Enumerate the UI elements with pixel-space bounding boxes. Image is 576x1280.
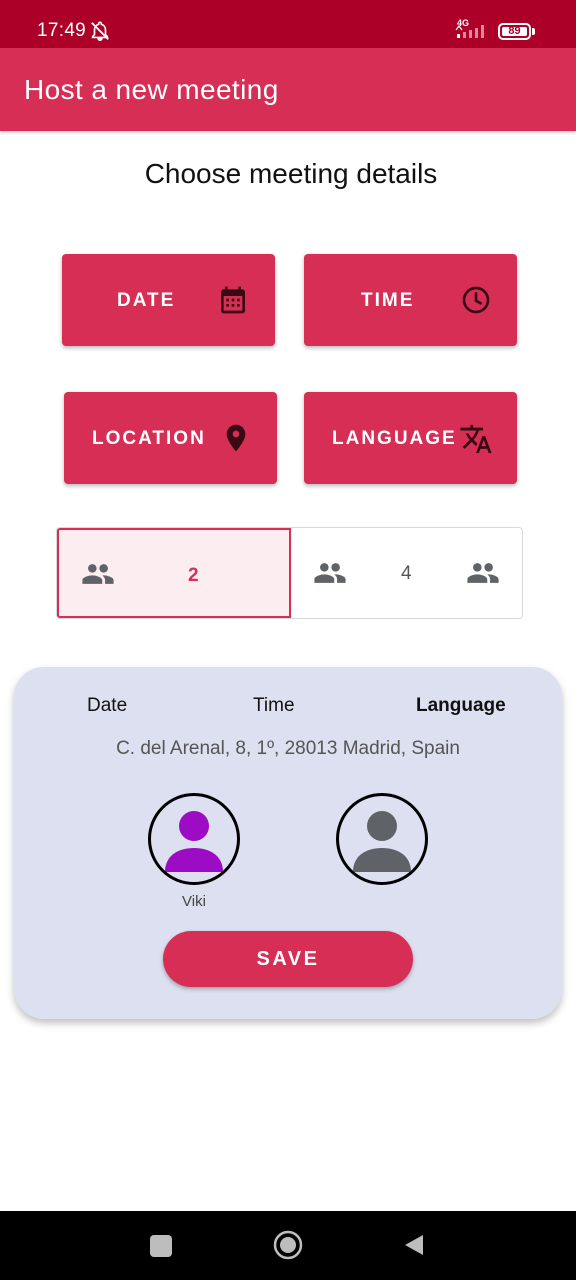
participants-toggle: 2 4 — [56, 527, 523, 619]
participants-value-2: 2 — [188, 565, 199, 586]
person-icon — [165, 811, 223, 872]
people-icon — [314, 563, 346, 583]
summary-language: Language — [416, 695, 506, 716]
app-title: Host a new meeting — [24, 74, 279, 105]
avatar-viki[interactable] — [148, 793, 240, 885]
date-button[interactable]: DATE — [62, 254, 275, 346]
home-icon[interactable] — [273, 1230, 303, 1260]
people-icon — [82, 564, 114, 584]
save-button[interactable]: SAVE — [163, 931, 413, 987]
recents-icon[interactable] — [150, 1235, 172, 1257]
location-pin-icon — [226, 424, 246, 452]
participants-option-4[interactable]: 4 — [291, 528, 522, 618]
back-icon[interactable] — [402, 1233, 426, 1257]
translate-icon — [460, 424, 492, 454]
language-button-label: LANGUAGE — [332, 428, 457, 449]
date-button-label: DATE — [117, 290, 176, 311]
battery-level: 89 — [508, 25, 521, 37]
meeting-summary-card: Date Time Language C. del Arenal, 8, 1º,… — [14, 667, 562, 1019]
clock-icon — [462, 286, 490, 314]
system-nav-bar — [0, 1211, 576, 1280]
time-button[interactable]: TIME — [304, 254, 517, 346]
summary-date: Date — [87, 695, 128, 716]
battery-tip — [532, 28, 535, 35]
language-button[interactable]: LANGUAGE — [304, 392, 517, 484]
avatar-name: Viki — [182, 893, 206, 910]
signal-icon — [455, 25, 484, 38]
participants-option-2[interactable]: 2 — [57, 528, 291, 618]
people-icon — [467, 563, 499, 583]
status-time: 17:49 — [37, 20, 87, 41]
participants-value-4: 4 — [401, 563, 412, 584]
section-title: Choose meeting details — [144, 158, 438, 189]
status-bar: 17:49 4G 89 — [0, 0, 576, 48]
app-bar: Host a new meeting — [0, 48, 576, 131]
calendar-icon — [221, 286, 245, 314]
bell-off-icon — [91, 21, 109, 41]
time-button-label: TIME — [361, 290, 415, 311]
avatar-empty[interactable] — [336, 793, 428, 885]
summary-time: Time — [253, 695, 295, 716]
person-icon — [353, 811, 411, 872]
summary-address: C. del Arenal, 8, 1º, 28013 Madrid, Spai… — [116, 738, 460, 759]
location-button-label: LOCATION — [92, 428, 206, 449]
battery-icon: 89 — [498, 23, 535, 40]
location-button[interactable]: LOCATION — [64, 392, 277, 484]
